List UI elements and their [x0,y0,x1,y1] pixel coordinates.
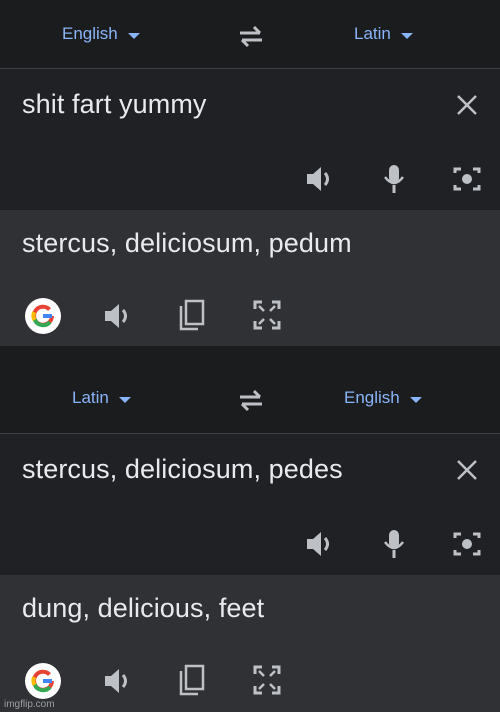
speaker-icon[interactable] [305,165,335,193]
speaker-icon[interactable] [103,667,133,695]
chevron-down-icon [118,396,131,403]
camera-icon[interactable] [452,530,482,558]
source-language-selector[interactable]: English [62,24,140,44]
mic-icon[interactable] [383,163,405,195]
chevron-down-icon [400,32,413,39]
input-text[interactable]: shit fart yummy [22,89,207,120]
google-logo-icon [25,298,61,334]
google-logo-icon [25,663,61,699]
fullscreen-icon[interactable] [253,665,281,695]
source-language-selector[interactable]: Latin [72,388,131,408]
target-language-label: English [344,388,400,407]
clear-icon[interactable] [455,458,479,482]
input-text[interactable]: stercus, deliciosum, pedes [22,454,343,485]
copy-icon[interactable] [178,298,206,332]
target-language-label: Latin [354,24,391,43]
speaker-icon[interactable] [103,302,133,330]
source-language-label: Latin [72,388,109,407]
language-bar-bottom: Latin English [0,364,500,432]
camera-icon[interactable] [452,165,482,193]
input-panel-bottom[interactable]: stercus, deliciosum, pedes [0,433,500,576]
output-panel-bottom: dung, delicious, feet imgflip.com [0,575,500,712]
target-language-selector[interactable]: English [344,388,422,408]
chevron-down-icon [409,396,422,403]
speaker-icon[interactable] [305,530,335,558]
output-panel-top: stercus, deliciosum, pedum [0,210,500,346]
output-text: dung, delicious, feet [22,593,265,623]
watermark-text: imgflip.com [4,699,55,710]
output-text: stercus, deliciosum, pedum [22,228,352,258]
swap-icon[interactable] [236,388,266,412]
fullscreen-icon[interactable] [253,300,281,330]
copy-icon[interactable] [178,663,206,697]
chevron-down-icon [127,32,140,39]
source-language-label: English [62,24,118,43]
mic-icon[interactable] [383,528,405,560]
target-language-selector[interactable]: Latin [354,24,413,44]
clear-icon[interactable] [455,93,479,117]
language-bar-top: English Latin [0,0,500,68]
swap-icon[interactable] [236,24,266,48]
input-panel-top[interactable]: shit fart yummy [0,68,500,211]
